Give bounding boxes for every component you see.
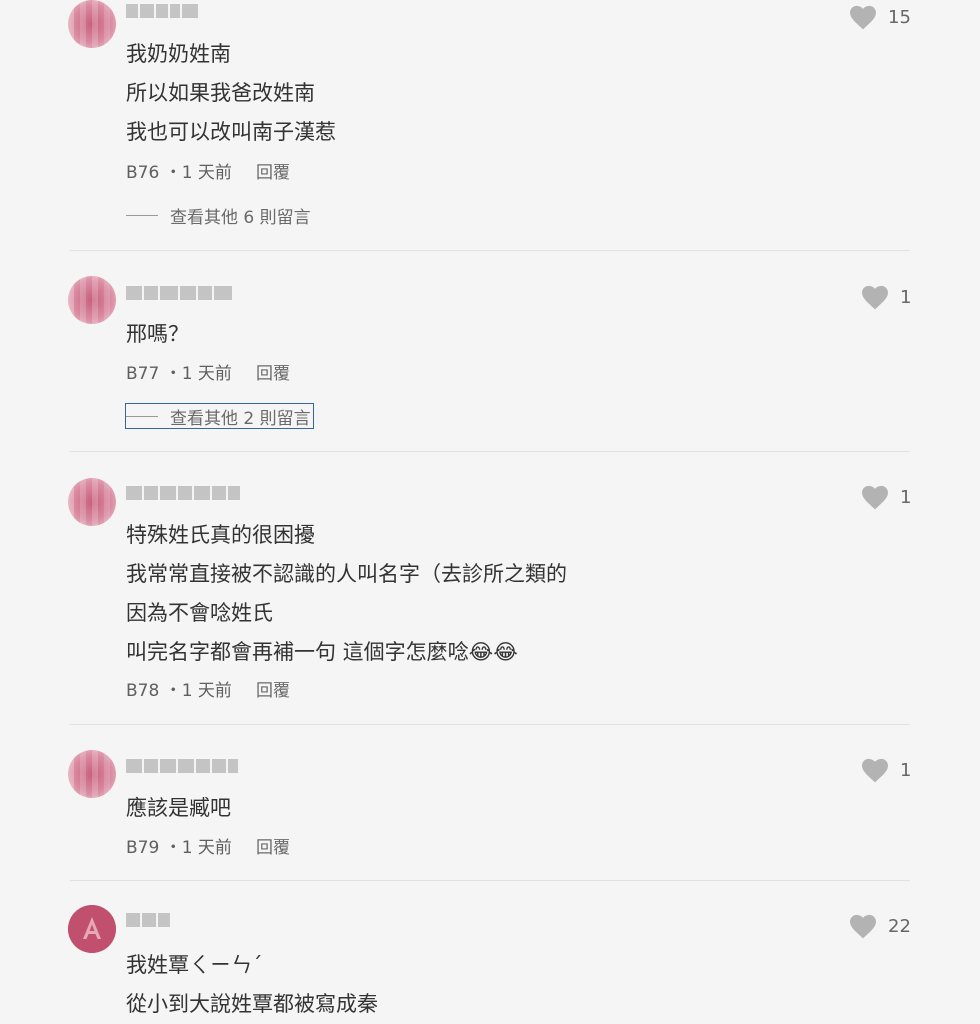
like-count: 15 [888, 6, 911, 28]
timestamp: 1 天前 [181, 364, 232, 384]
username-blurred[interactable] [126, 486, 240, 500]
reply-button[interactable]: 回覆 [256, 833, 290, 858]
like-button[interactable]: 22 [848, 913, 911, 939]
dash-line-icon [126, 214, 158, 216]
like-button[interactable]: 15 [848, 4, 911, 30]
comment-text-line: 我也可以改叫南子漢惹 [126, 120, 336, 144]
comment-text-line: 特殊姓氏真的很困擾 [126, 523, 315, 547]
divider [70, 724, 910, 725]
divider [70, 880, 910, 881]
like-count: 1 [900, 486, 912, 508]
avatar[interactable] [68, 905, 116, 953]
heart-icon [862, 285, 888, 310]
view-more-replies-button[interactable]: 查看其他 6 則留言 [126, 203, 311, 228]
heart-icon [850, 914, 876, 939]
comment-meta: B78 ・1 天前 [126, 676, 232, 701]
heart-icon [862, 758, 888, 783]
like-count: 1 [900, 286, 912, 308]
avatar[interactable] [68, 276, 116, 324]
dash-line-icon [126, 415, 158, 417]
view-more-replies-button[interactable]: 查看其他 2 則留言 [125, 403, 314, 429]
comment-text-line: 叫完名字都會再補一句 這個字怎麼唸😂😂 [126, 640, 518, 664]
view-more-replies-label: 查看其他 2 則留言 [170, 408, 311, 429]
comment-text-line: 我常常直接被不認識的人叫名字（去診所之類的 [126, 562, 567, 586]
heart-icon [862, 485, 888, 510]
reply-button[interactable]: 回覆 [256, 158, 290, 183]
meta-separator: ・ [164, 681, 182, 701]
comment-meta: B79 ・1 天前 [126, 833, 232, 858]
avatar[interactable] [68, 0, 116, 48]
avatar[interactable] [68, 478, 116, 526]
divider [70, 451, 910, 452]
floor-number: B78 [126, 681, 160, 701]
comment-text-line: 我奶奶姓南 [126, 42, 231, 66]
comment-text-line: 從小到大說姓覃都被寫成秦 [126, 992, 378, 1016]
like-button[interactable]: 1 [860, 484, 911, 510]
comment-text-line: 所以如果我爸改姓南 [126, 81, 315, 105]
username-blurred[interactable] [126, 913, 170, 927]
like-button[interactable]: 1 [860, 757, 911, 783]
timestamp: 1 天前 [181, 681, 232, 701]
comment-meta: B77 ・1 天前 [126, 359, 232, 384]
meta-separator: ・ [164, 838, 182, 858]
comment-text-line: 應該是臧吧 [126, 796, 231, 820]
like-button[interactable]: 1 [860, 284, 911, 310]
username-blurred[interactable] [126, 4, 198, 18]
comment-text-line: 因為不會唸姓氏 [126, 601, 273, 625]
timestamp: 1 天前 [181, 163, 232, 183]
default-avatar-icon [68, 905, 116, 953]
username-blurred[interactable] [126, 286, 232, 300]
username-blurred[interactable] [126, 759, 238, 773]
floor-number: B79 [126, 838, 160, 858]
comment-text-line: 我姓覃ㄑㄧㄣˊ [126, 953, 263, 977]
floor-number: B77 [126, 364, 160, 384]
heart-icon [850, 5, 876, 30]
meta-separator: ・ [164, 163, 182, 183]
avatar[interactable] [68, 750, 116, 798]
meta-separator: ・ [164, 364, 182, 384]
reply-button[interactable]: 回覆 [256, 676, 290, 701]
reply-button[interactable]: 回覆 [256, 359, 290, 384]
comment-meta: B76 ・1 天前 [126, 158, 232, 183]
divider [70, 250, 910, 251]
floor-number: B76 [126, 163, 160, 183]
timestamp: 1 天前 [181, 838, 232, 858]
like-count: 1 [900, 759, 912, 781]
comment-text-line: 邢嗎？ [126, 322, 189, 346]
view-more-replies-label: 查看其他 6 則留言 [170, 207, 311, 228]
like-count: 22 [888, 915, 911, 937]
